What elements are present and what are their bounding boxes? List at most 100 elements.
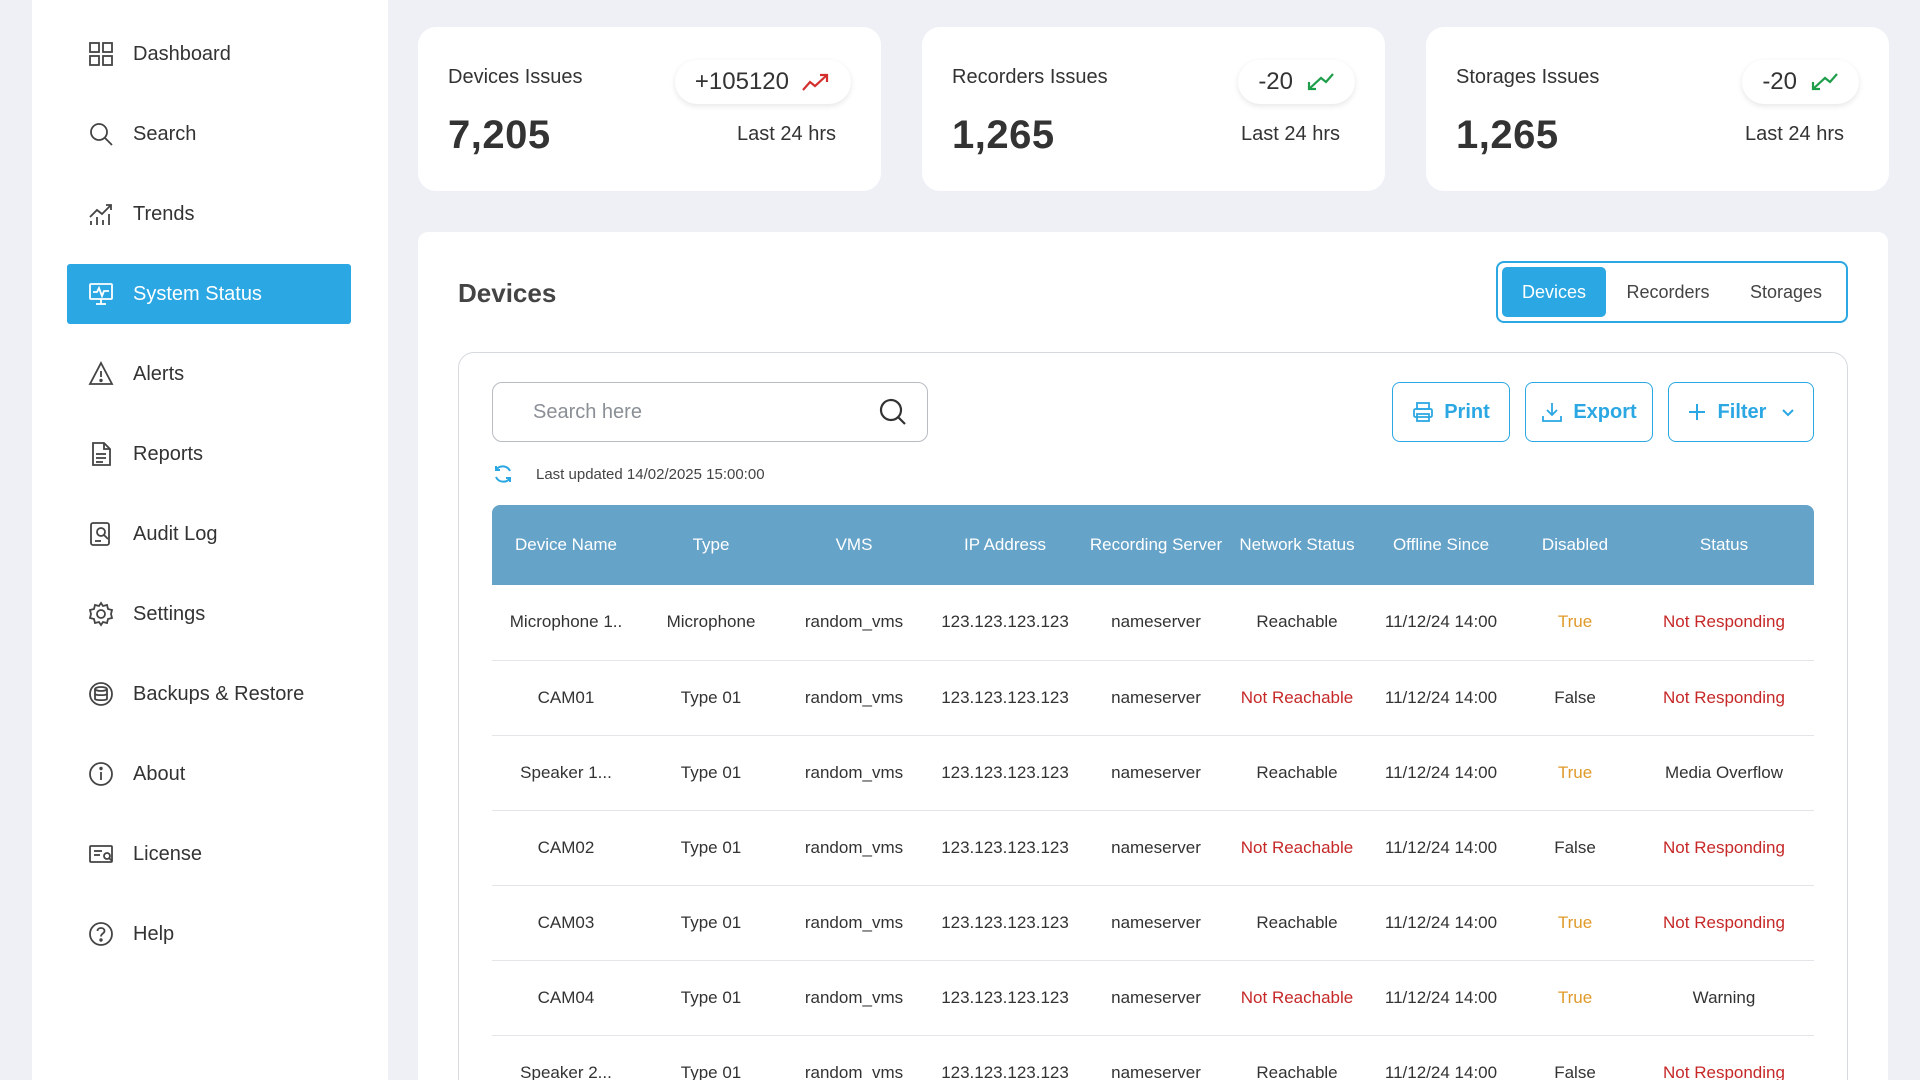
card-value: 1,265 — [1456, 113, 1559, 157]
plus-icon — [1688, 404, 1705, 420]
filter-button[interactable]: Filter — [1668, 382, 1814, 442]
sidebar-item-about[interactable]: About — [67, 744, 351, 804]
tab-storages[interactable]: Storages — [1730, 267, 1842, 317]
license-icon — [87, 840, 115, 868]
table-cell: 123.123.123.123 — [926, 585, 1084, 661]
table-cell: Reachable — [1228, 735, 1366, 811]
document-icon — [87, 440, 115, 468]
table-cell: 11/12/24 14:00 — [1366, 585, 1516, 661]
column-header[interactable]: Recording Server — [1084, 505, 1228, 585]
card-period: Last 24 hrs — [737, 123, 836, 145]
table-cell: 123.123.123.123 — [926, 1035, 1084, 1080]
table-cell: Reachable — [1228, 585, 1366, 661]
table-cell: CAM03 — [492, 885, 640, 961]
audit-log-icon — [87, 520, 115, 548]
card-period: Last 24 hrs — [1745, 123, 1844, 145]
last-updated-text: Last updated 14/02/2025 15:00:00 — [536, 465, 765, 483]
sidebar-item-settings[interactable]: Settings — [67, 584, 351, 644]
export-button[interactable]: Export — [1525, 382, 1653, 442]
table-cell: Type 01 — [640, 960, 782, 1036]
tab-devices[interactable]: Devices — [1502, 267, 1606, 317]
table-cell: True — [1516, 885, 1634, 961]
table-row[interactable]: CAM03 Type 01 random_vms 123.123.123.123 nam… — [492, 885, 1814, 961]
table-cell: 11/12/24 14:00 — [1366, 960, 1516, 1036]
table-cell: 123.123.123.123 — [926, 885, 1084, 961]
card-period: Last 24 hrs — [1241, 123, 1340, 145]
sidebar-item-license[interactable]: License — [67, 824, 351, 884]
table-cell: Speaker 2... — [492, 1035, 640, 1080]
table-container: Print Export Filter Last updated 14/02/2… — [458, 352, 1848, 1080]
column-header[interactable]: Status — [1634, 505, 1814, 585]
print-button[interactable]: Print — [1392, 382, 1510, 442]
sidebar-item-trends[interactable]: Trends — [67, 184, 351, 244]
table-cell: random_vms — [782, 660, 926, 736]
table-cell: 11/12/24 14:00 — [1366, 810, 1516, 886]
table-header-row: Device Name Type VMS IP Address Recordin… — [492, 505, 1814, 585]
table-row[interactable]: Speaker 2... Type 01 random_vms 123.123.123… — [492, 1035, 1814, 1080]
sidebar-item-audit-log[interactable]: Audit Log — [67, 504, 351, 564]
refresh-icon[interactable] — [492, 463, 514, 485]
sidebar-item-label: About — [133, 762, 186, 785]
table-cell: 123.123.123.123 — [926, 960, 1084, 1036]
table-row[interactable]: Speaker 1... Type 01 random_vms 123.123.123… — [492, 735, 1814, 811]
table-cell: 11/12/24 14:00 — [1366, 735, 1516, 811]
storages-issues-card: Storages Issues -20 1,265 Last 24 hrs — [1426, 27, 1889, 191]
column-header[interactable]: VMS — [782, 505, 926, 585]
table-cell: 11/12/24 14:00 — [1366, 1035, 1516, 1080]
table-cell: nameserver — [1084, 660, 1228, 736]
card-title: Devices Issues — [448, 66, 583, 88]
card-title: Recorders Issues — [952, 66, 1108, 88]
card-value: 7,205 — [448, 113, 551, 157]
sidebar-item-dashboard[interactable]: Dashboard — [67, 24, 351, 84]
devices-issues-card: Devices Issues +105120 7,205 Last 24 hrs — [418, 27, 881, 191]
column-header[interactable]: Type — [640, 505, 782, 585]
table-cell: Type 01 — [640, 1035, 782, 1080]
table-cell: Not Responding — [1634, 810, 1814, 886]
table-cell: Type 01 — [640, 810, 782, 886]
table-row[interactable]: CAM04 Type 01 random_vms 123.123.123.123 nam… — [492, 960, 1814, 1036]
sidebar-item-backups-restore[interactable]: Backups & Restore — [67, 664, 351, 724]
trend-up-icon — [802, 73, 829, 91]
trend-chart-icon — [87, 200, 115, 228]
card-title: Storages Issues — [1456, 66, 1600, 88]
card-delta-badge: -20 — [1742, 60, 1859, 104]
devices-panel: Devices Devices Recorders Storages Print… — [418, 232, 1888, 1080]
search-box — [492, 382, 928, 442]
sidebar-item-label: Trends — [133, 202, 195, 225]
card-delta: -20 — [1258, 68, 1293, 95]
page-title: Devices — [458, 278, 557, 308]
search-input[interactable] — [493, 383, 877, 441]
tab-recorders[interactable]: Recorders — [1606, 267, 1730, 317]
recorders-issues-card: Recorders Issues -20 1,265 Last 24 hrs — [922, 27, 1385, 191]
sidebar-item-label: Dashboard — [133, 42, 231, 65]
table-cell: 123.123.123.123 — [926, 735, 1084, 811]
printer-icon — [1413, 402, 1434, 422]
table-cell: random_vms — [782, 810, 926, 886]
grid-icon — [87, 40, 115, 68]
sidebar-item-alerts[interactable]: Alerts — [67, 344, 351, 404]
table-row[interactable]: CAM02 Type 01 random_vms 123.123.123.123 nam… — [492, 810, 1814, 886]
table-cell: 123.123.123.123 — [926, 810, 1084, 886]
sidebar-item-help[interactable]: Help — [67, 904, 351, 964]
table-cell: nameserver — [1084, 810, 1228, 886]
table-row[interactable]: Microphone 1.. Microphone random_vms 123.12… — [492, 585, 1814, 661]
sidebar-item-reports[interactable]: Reports — [67, 424, 351, 484]
column-header[interactable]: Network Status — [1228, 505, 1366, 585]
table-cell: Not Responding — [1634, 1035, 1814, 1080]
column-header[interactable]: Device Name — [492, 505, 640, 585]
sidebar-item-system-status[interactable]: System Status — [67, 264, 351, 324]
table-cell: Type 01 — [640, 885, 782, 961]
alert-triangle-icon — [87, 360, 115, 388]
column-header[interactable]: IP Address — [926, 505, 1084, 585]
table-cell: Warning — [1634, 960, 1814, 1036]
table-cell: Type 01 — [640, 735, 782, 811]
table-row[interactable]: CAM01 Type 01 random_vms 123.123.123.123 nam… — [492, 660, 1814, 736]
column-header[interactable]: Disabled — [1516, 505, 1634, 585]
print-label: Print — [1444, 400, 1490, 423]
table-cell: CAM02 — [492, 810, 640, 886]
sidebar-item-search[interactable]: Search — [67, 104, 351, 164]
search-icon[interactable] — [877, 396, 909, 428]
column-header[interactable]: Offline Since — [1366, 505, 1516, 585]
table-cell: CAM01 — [492, 660, 640, 736]
table-cell: Not Reachable — [1228, 960, 1366, 1036]
